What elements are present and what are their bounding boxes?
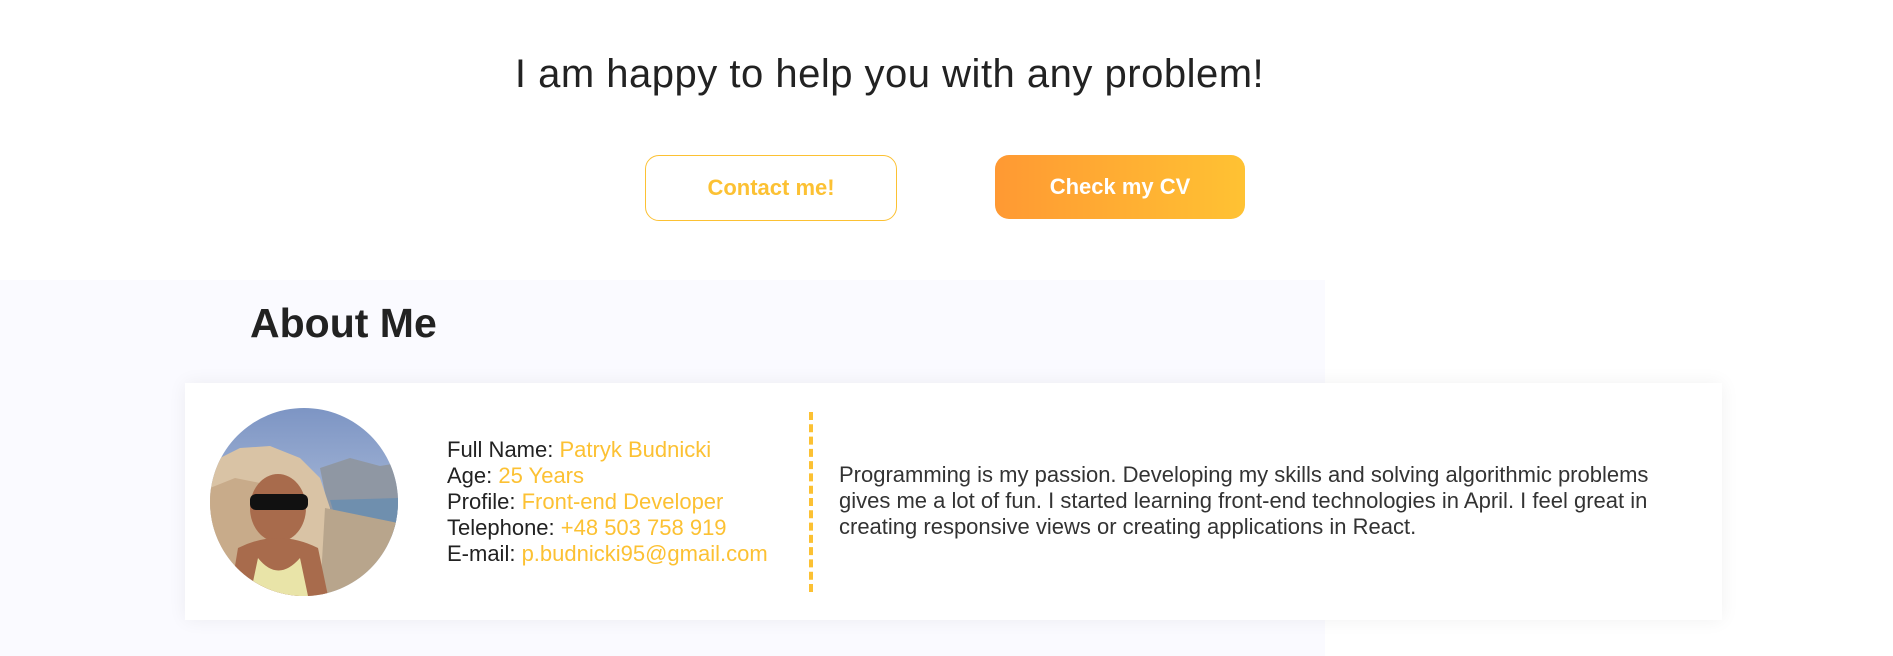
info-row-email: E-mail: p.budnicki95@gmail.com bbox=[447, 541, 768, 567]
hero-buttons: Contact me! Check my CV bbox=[645, 155, 1245, 221]
profile-value: Front-end Developer bbox=[521, 489, 724, 514]
bio-text: Programming is my passion. Developing my… bbox=[839, 462, 1649, 539]
age-value: 25 Years bbox=[498, 463, 585, 488]
contact-me-button[interactable]: Contact me! bbox=[645, 155, 897, 221]
age-label: Age: bbox=[447, 463, 499, 488]
avatar-photo bbox=[210, 408, 398, 596]
page: I am happy to help you with any problem!… bbox=[0, 0, 1893, 656]
avatar bbox=[210, 408, 398, 596]
info-row-full-name: Full Name: Patryk Budnicki bbox=[447, 437, 768, 463]
full-name-value: Patryk Budnicki bbox=[559, 437, 712, 462]
personal-info: Full Name: Patryk Budnicki Age: 25 Years… bbox=[447, 437, 768, 567]
info-row-profile: Profile: Front-end Developer bbox=[447, 489, 768, 515]
about-card: Full Name: Patryk Budnicki Age: 25 Years… bbox=[185, 383, 1722, 620]
email-label: E-mail: bbox=[447, 541, 522, 566]
info-row-telephone: Telephone: +48 503 758 919 bbox=[447, 515, 768, 541]
full-name-label: Full Name: bbox=[447, 437, 560, 462]
telephone-value: +48 503 758 919 bbox=[560, 515, 727, 540]
email-value: p.budnicki95@gmail.com bbox=[521, 541, 768, 566]
telephone-label: Telephone: bbox=[447, 515, 561, 540]
info-row-age: Age: 25 Years bbox=[447, 463, 768, 489]
hero-heading: I am happy to help you with any problem! bbox=[514, 52, 1265, 96]
profile-label: Profile: bbox=[447, 489, 522, 514]
about-title: About Me bbox=[250, 300, 437, 346]
check-cv-button[interactable]: Check my CV bbox=[995, 155, 1245, 219]
dashed-divider bbox=[809, 412, 813, 592]
